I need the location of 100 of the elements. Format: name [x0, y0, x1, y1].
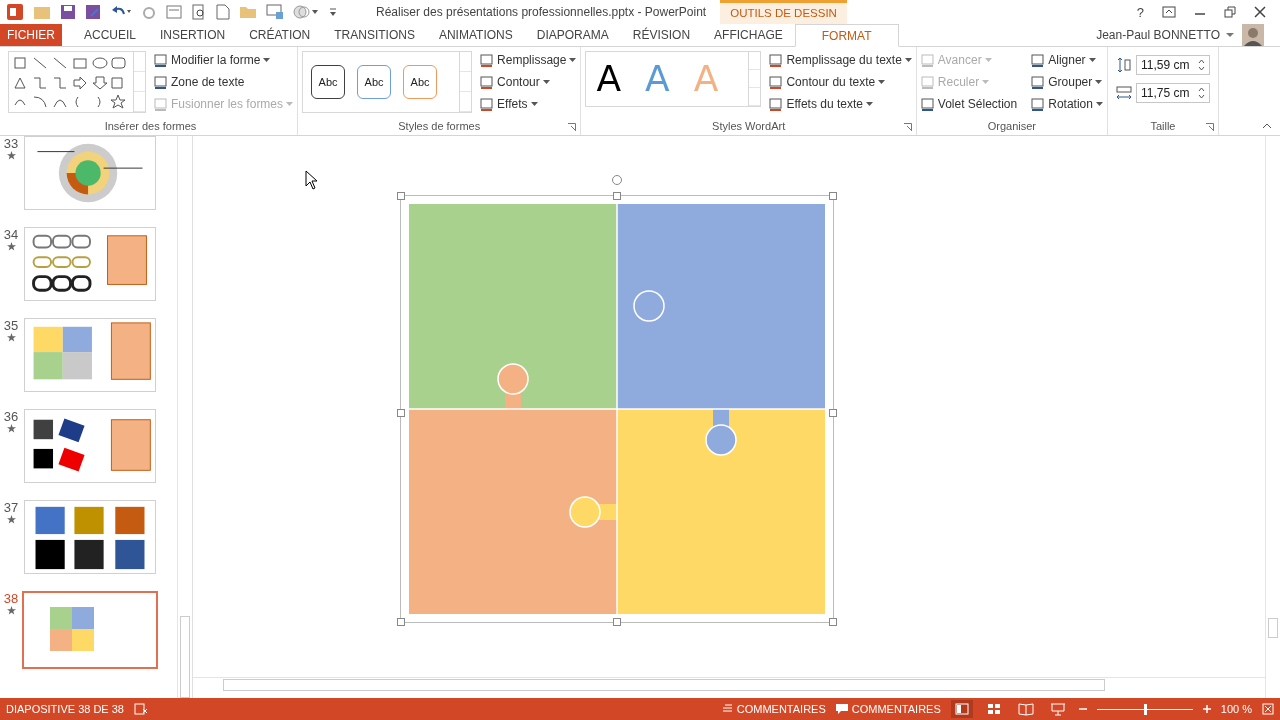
window-title: Réaliser des présentations professionnelles.pptx - PowerPoint: [376, 5, 707, 19]
slide-number: 38: [3, 591, 19, 606]
zoom-out-button[interactable]: [1078, 705, 1087, 713]
shapes-dropdown-icon[interactable]: [293, 4, 319, 20]
slide-thumbnail[interactable]: [24, 318, 156, 392]
tool-icon: [480, 75, 495, 89]
resize-handle[interactable]: [397, 617, 405, 626]
size-field[interactable]: 11,75 cm: [1135, 83, 1210, 103]
scrollbar[interactable]: [193, 677, 1265, 692]
zoom-slider-thumb[interactable]: [1143, 703, 1147, 715]
print-preview-icon[interactable]: [191, 4, 207, 20]
resize-handle[interactable]: [829, 191, 837, 200]
dialog-launcher-icon[interactable]: [903, 123, 912, 131]
ribbon-tab[interactable]: AFFICHAGE: [702, 24, 795, 46]
ribbon-tab[interactable]: TRANSITIONS: [322, 24, 427, 46]
monitor-icon[interactable]: [266, 4, 284, 20]
tool-icon: [1031, 53, 1046, 67]
zoom-level[interactable]: 100 %: [1220, 703, 1252, 715]
wordart-style[interactable]: A: [596, 61, 622, 97]
tool-icon: [480, 53, 495, 67]
restore-icon[interactable]: [1224, 6, 1236, 18]
shapes-gallery[interactable]: [8, 51, 146, 113]
slide-number: 35: [3, 318, 19, 333]
comment-icon: [835, 703, 848, 715]
resize-handle[interactable]: [613, 191, 621, 200]
star-icon: [6, 515, 16, 524]
resize-handle[interactable]: [397, 191, 405, 200]
ribbon-tab[interactable]: CRÉATION: [237, 24, 323, 46]
file-tab[interactable]: FICHIER: [0, 24, 62, 46]
group-label: Organiser: [987, 120, 1036, 132]
collapse-ribbon-icon[interactable]: [1262, 123, 1272, 129]
slide-thumbnail[interactable]: [24, 500, 156, 574]
slide-thumbnail[interactable]: [24, 409, 156, 483]
spinner-icon[interactable]: [1197, 87, 1205, 99]
ribbon-command[interactable]: Remplissage du texte: [769, 51, 912, 69]
minus-icon: [1078, 705, 1087, 713]
ribbon-command[interactable]: Modifier la forme: [154, 51, 294, 69]
slide-thumbnail[interactable]: [24, 227, 156, 301]
close-icon[interactable]: [1254, 6, 1266, 18]
zoom-in-button[interactable]: [1202, 705, 1211, 713]
save-as-icon[interactable]: [85, 4, 101, 20]
star-icon: [6, 151, 16, 160]
rotate-handle-icon[interactable]: [611, 173, 623, 186]
group-label: Styles WordArt: [712, 120, 786, 132]
caret-icon[interactable]: [1226, 32, 1234, 38]
plus-icon: [1202, 705, 1211, 713]
ribbon-command[interactable]: Zone de texte: [154, 73, 294, 91]
tool-icon: [1031, 75, 1046, 89]
new-document-icon[interactable]: [216, 4, 230, 20]
customize-toolbar-icon[interactable]: [328, 6, 338, 18]
ribbon-tab[interactable]: ACCUEIL: [72, 24, 148, 46]
shape-styles-gallery[interactable]: Abc Abc Abc: [302, 51, 473, 113]
app-logo-icon[interactable]: [6, 3, 24, 21]
shape-style-swatch[interactable]: Abc: [357, 65, 392, 99]
shape-style-swatch[interactable]: Abc: [403, 65, 438, 99]
ribbon-command[interactable]: Contour: [480, 73, 577, 91]
group-label: Taille: [1150, 120, 1176, 132]
size-field[interactable]: 11,59 cm: [1135, 55, 1210, 75]
dialog-launcher-icon[interactable]: [1205, 123, 1214, 131]
tool-icon: [154, 97, 168, 111]
wordart-gallery[interactable]: A A A: [585, 51, 762, 107]
width-icon: [1115, 85, 1132, 101]
slide-number: 36: [3, 409, 19, 424]
spinner-icon[interactable]: [1197, 59, 1205, 71]
scrollbar[interactable]: [177, 136, 192, 698]
shape-style-swatch[interactable]: Abc: [311, 65, 346, 99]
ribbon-command[interactable]: Volet Sélection: [920, 95, 1018, 113]
notes-button[interactable]: COMMENTAIRES: [721, 703, 826, 715]
tool-icon: [920, 53, 935, 67]
ribbon-command[interactable]: Grouper: [1031, 73, 1103, 91]
resize-handle[interactable]: [397, 408, 405, 417]
ribbon-tab[interactable]: RÉVISION: [620, 24, 703, 46]
save-icon[interactable]: [60, 4, 76, 20]
ribbon-command[interactable]: Aligner: [1031, 51, 1103, 69]
ribbon-tab[interactable]: INSERTION: [148, 24, 238, 46]
fit-slide-icon[interactable]: [1262, 703, 1274, 715]
ribbon-command[interactable]: Effets du texte: [769, 95, 912, 113]
ribbon-command[interactable]: Effets: [480, 95, 577, 113]
ribbon-tab[interactable]: ANIMATIONS: [426, 24, 525, 46]
group-label: Insérer des formes: [104, 120, 197, 132]
avatar[interactable]: [1242, 24, 1264, 46]
slide-thumbnail[interactable]: [24, 136, 156, 210]
mouse-pointer-icon: [305, 170, 319, 190]
ribbon-tab[interactable]: FORMAT: [794, 24, 899, 47]
ribbon-command[interactable]: Rotation: [1031, 95, 1103, 113]
scrollbar[interactable]: [1265, 136, 1280, 698]
dialog-launcher-icon[interactable]: [568, 123, 577, 131]
resize-handle[interactable]: [829, 617, 837, 626]
ribbon-command[interactable]: Remplissage: [480, 51, 577, 69]
user-name[interactable]: Jean-Paul BONNETTO: [1096, 28, 1220, 42]
ribbon-command[interactable]: Contour du texte: [769, 73, 912, 91]
notes-icon: [721, 704, 733, 714]
resize-handle[interactable]: [829, 408, 837, 417]
ribbon-tab[interactable]: DIAPORAMA: [524, 24, 621, 46]
help-button[interactable]: ?: [1136, 4, 1144, 20]
slide-thumbnail[interactable]: [22, 591, 158, 669]
resize-handle[interactable]: [613, 617, 621, 626]
ribbon-display-icon[interactable]: [1162, 6, 1176, 18]
comments-button[interactable]: COMMENTAIRES: [835, 703, 941, 715]
normal-view-icon[interactable]: [950, 700, 973, 718]
